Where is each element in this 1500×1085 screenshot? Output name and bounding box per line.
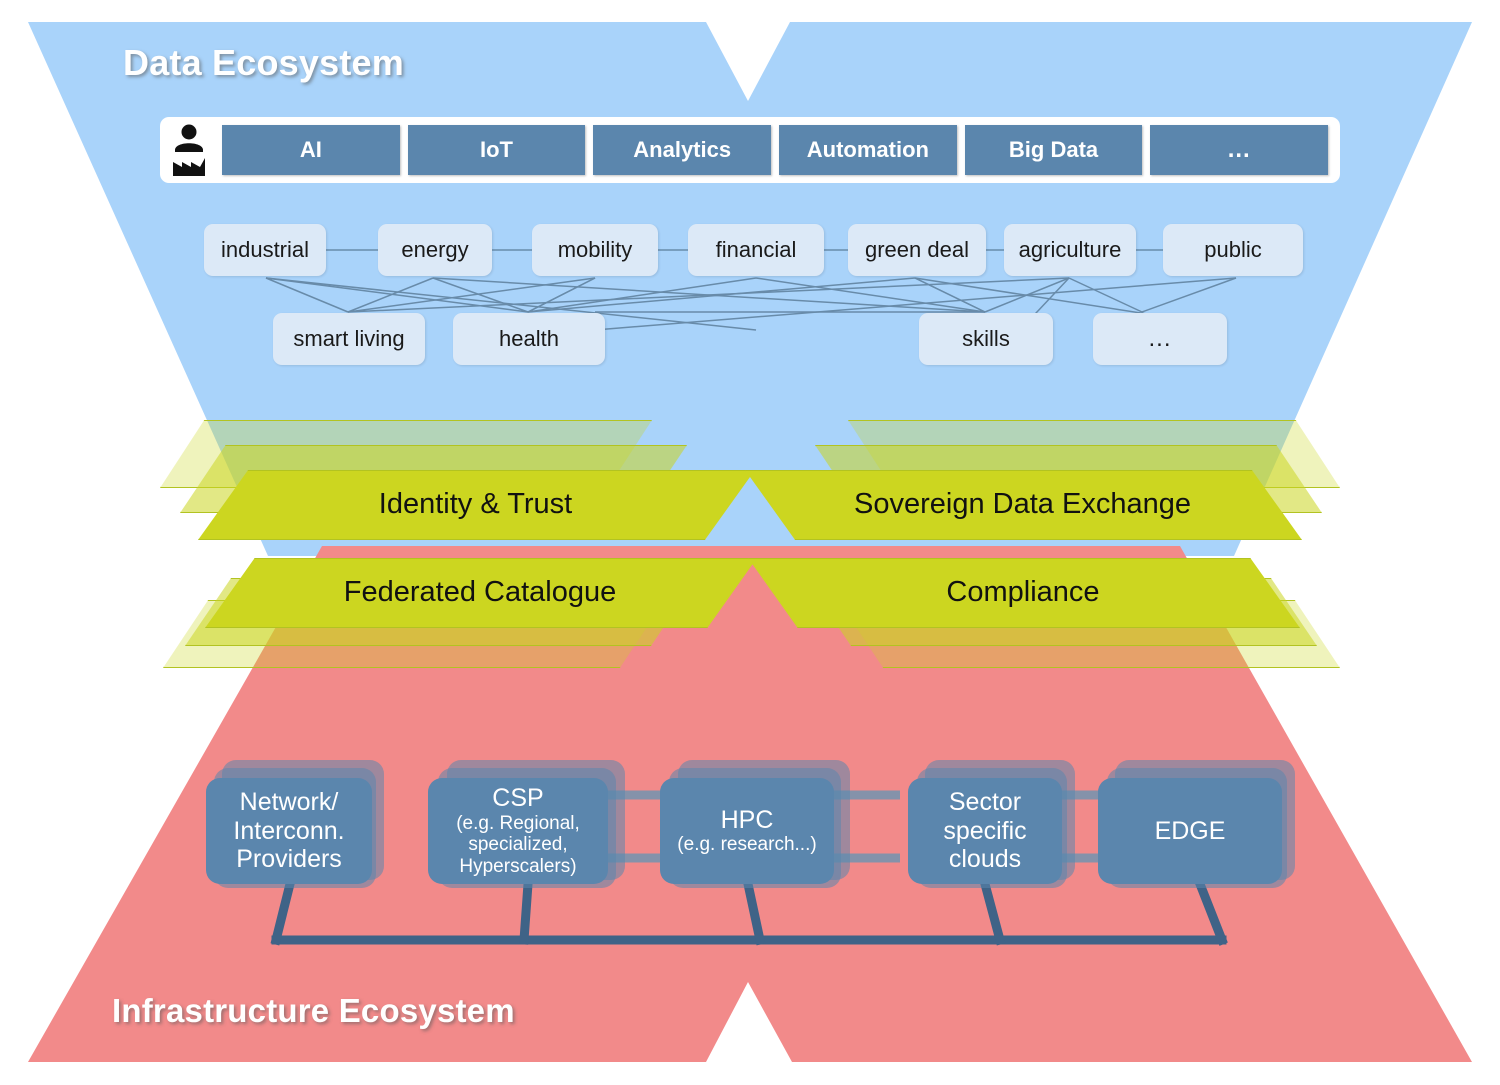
page-title-data-ecosystem: Data Ecosystem <box>123 42 404 83</box>
service-band-label: Sovereign Data Exchange <box>854 487 1191 520</box>
tech-chip-iot[interactable]: IoT <box>407 125 586 175</box>
infra-node-label-sub1: (e.g. research...) <box>677 834 817 856</box>
infra-node-box[interactable]: Network/ Interconn. Providers <box>206 778 372 884</box>
domain-box-green-deal[interactable]: green deal <box>848 224 986 276</box>
domain-box-smart-living[interactable]: smart living <box>273 313 425 365</box>
domain-box-financial[interactable]: financial <box>688 224 824 276</box>
domain-box-industrial[interactable]: industrial <box>204 224 326 276</box>
infra-node-label-line2: Interconn. <box>233 816 345 845</box>
infra-node-label-line1: Network/ <box>239 788 339 817</box>
service-band-label: Federated Catalogue <box>343 575 617 608</box>
domain-box-skills[interactable]: skills <box>919 313 1053 365</box>
tech-chip-ai[interactable]: AI <box>222 125 400 175</box>
infra-node-label-main: EDGE <box>1154 816 1226 845</box>
service-band-label: Compliance <box>946 575 1100 608</box>
technology-bar: AI IoT Analytics Automation Big Data ... <box>160 117 1340 183</box>
infra-node-box[interactable]: HPC (e.g. research...) <box>660 778 834 884</box>
tech-chip-analytics[interactable]: Analytics <box>593 125 772 175</box>
domain-box-mobility[interactable]: mobility <box>532 224 658 276</box>
tech-chip-more[interactable]: ... <box>1150 125 1329 175</box>
infra-node-label-main: CSP <box>492 784 544 813</box>
tech-chip-automation[interactable]: Automation <box>779 125 957 175</box>
infra-node-label-line3: Providers <box>236 845 342 874</box>
tech-chip-big-data[interactable]: Big Data <box>964 125 1143 175</box>
infra-node-label-main: HPC <box>720 805 774 834</box>
service-band-label: Identity & Trust <box>378 487 573 520</box>
domain-box-health[interactable]: health <box>453 313 605 365</box>
domain-box-agriculture[interactable]: agriculture <box>1004 224 1136 276</box>
domain-box-public[interactable]: public <box>1163 224 1303 276</box>
infra-node-box[interactable]: Sector specific clouds <box>908 778 1062 884</box>
infra-node-box[interactable]: EDGE <box>1098 778 1282 884</box>
infra-node-label-line2: specific <box>943 816 1027 845</box>
domain-box-more[interactable]: ... <box>1093 313 1227 365</box>
infra-node-label-sub3: Hyperscalers) <box>459 856 577 878</box>
domain-box-energy[interactable]: energy <box>378 224 492 276</box>
infra-node-label-line1: Sector <box>948 788 1022 817</box>
infra-node-label-sub1: (e.g. Regional, <box>456 812 580 834</box>
infra-node-box[interactable]: CSP (e.g. Regional, specialized, Hypersc… <box>428 778 608 884</box>
infra-node-label-sub2: specialized, <box>468 834 568 856</box>
infra-node-label-line3: clouds <box>948 845 1022 874</box>
page-title-infrastructure-ecosystem: Infrastructure Ecosystem <box>112 992 515 1029</box>
user-factory-icon <box>166 123 212 177</box>
gaia-x-ecosystem-diagram: Data Ecosystem AI IoT Analytics Automati… <box>0 0 1500 1085</box>
